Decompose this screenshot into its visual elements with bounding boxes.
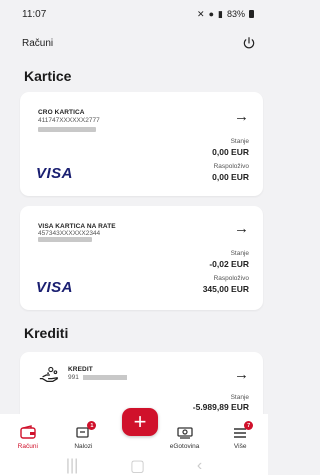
battery-icon (249, 10, 254, 18)
card-visa-na-rate[interactable]: VISA KARTICA NA RATE 457343XXXXXX2344 → … (20, 206, 263, 310)
loan-hand-icon (39, 366, 58, 383)
recents-icon[interactable]: ||| (66, 457, 78, 475)
loan-balance-amount: -5.989,89 EUR (192, 402, 249, 412)
card-name: CRO KARTICA (38, 109, 85, 116)
available-amount: 345,00 EUR (202, 284, 249, 294)
cash-icon (176, 427, 193, 439)
add-button[interactable]: + (122, 408, 158, 436)
status-bar: 11:07 ✕ ● ▮ 83% (0, 0, 268, 28)
mute-icon: ✕ (197, 8, 205, 19)
orders-badge: 1 (87, 421, 97, 430)
balance-amount: 0,00 EUR (212, 147, 249, 157)
nav-accounts[interactable]: Računi (3, 425, 53, 450)
balance-label: Stanje (230, 138, 249, 145)
card-number: 457343XXXXXX2344 (38, 230, 101, 237)
arrow-right-icon[interactable]: → (234, 220, 249, 237)
arrow-right-icon[interactable]: → (234, 366, 249, 383)
system-nav: ||| ▢ ‹ (0, 456, 268, 475)
nav-more-label: Više (233, 443, 247, 450)
status-icons: ✕ ● ▮ 83% (197, 9, 254, 20)
loans-section-title: Krediti (24, 325, 69, 341)
loan-name: KREDIT (68, 366, 93, 373)
visa-logo: VISA (36, 165, 74, 182)
masked-info (38, 237, 92, 242)
top-bar: Računi (0, 30, 268, 56)
battery-percent: 83% (226, 9, 245, 19)
arrow-right-icon[interactable]: → (234, 108, 249, 125)
nav-accounts-label: Računi (17, 443, 38, 450)
loan-balance-label: Stanje (230, 394, 249, 401)
masked-info (82, 374, 127, 380)
available-amount: 0,00 EUR (212, 172, 249, 182)
nav-more[interactable]: 7 Više (215, 421, 265, 450)
balance-label: Stanje (230, 250, 249, 257)
masked-info (38, 127, 96, 132)
available-label: Raspoloživo (213, 275, 249, 282)
nav-cash[interactable]: eGotovina (160, 425, 210, 450)
card-number: 411747XXXXXX2777 (38, 117, 100, 124)
home-icon[interactable]: ▢ (130, 456, 145, 475)
available-label: Raspoloživo (213, 163, 249, 170)
loan-number-prefix: 991 (68, 374, 79, 381)
status-time: 11:07 (22, 8, 47, 20)
balance-amount: -0,02 EUR (209, 259, 249, 269)
power-icon[interactable] (242, 36, 256, 50)
cards-section-title: Kartice (24, 68, 72, 84)
location-icon: ● (208, 9, 215, 19)
visa-logo: VISA (36, 279, 74, 296)
loan-number: 991 (68, 374, 127, 381)
page-title: Računi (22, 37, 54, 49)
nav-cash-label: eGotovina (169, 443, 200, 450)
back-icon[interactable]: ‹ (197, 457, 202, 475)
more-badge: 7 (244, 421, 254, 430)
card-cro-kartica[interactable]: CRO KARTICA 411747XXXXXX2777 → Stanje 0,… (20, 92, 263, 196)
nav-orders[interactable]: 1 Nalozi (58, 421, 108, 450)
signal-icon: ▮ (218, 8, 223, 19)
card-name: VISA KARTICA NA RATE (38, 223, 116, 230)
wallet-icon (20, 425, 36, 439)
nav-orders-label: Nalozi (74, 443, 93, 450)
